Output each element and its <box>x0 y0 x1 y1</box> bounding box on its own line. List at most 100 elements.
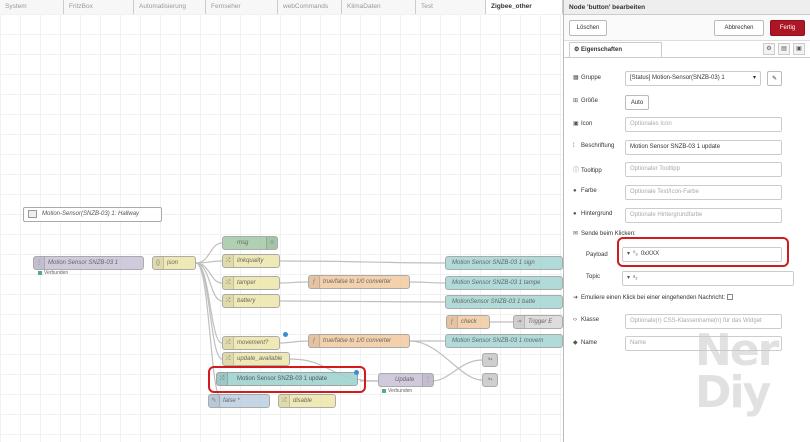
tab-fernseher[interactable]: Fernseher <box>206 0 278 14</box>
json-icon: {} <box>153 257 164 269</box>
group-label: ▦ Gruppe <box>573 75 602 81</box>
emulate-checkbox[interactable] <box>726 294 733 301</box>
switch-icon: ⤮ <box>223 337 234 349</box>
edit-group-button[interactable]: ✎ <box>767 71 782 86</box>
disable-node[interactable]: ⤮ disable <box>278 394 336 408</box>
size-button[interactable]: Auto <box>625 95 649 110</box>
node-label: check <box>461 319 477 325</box>
appearance-icon[interactable]: ▣ <box>793 43 805 55</box>
icon-label: ▣ Icon <box>573 121 593 127</box>
node-label: Motion Sensor SNZB-03 1 <box>48 260 119 266</box>
tab-test[interactable]: Test <box>416 0 486 14</box>
tooltip-input[interactable]: Optionaler Tooltipp <box>625 162 782 177</box>
done-button[interactable]: Fertig <box>770 20 805 36</box>
cancel-button[interactable]: Abbrechen <box>714 20 764 36</box>
tab-properties[interactable]: ⚙ Eigenschaften <box>569 42 662 57</box>
tab-klimadaten[interactable]: KlimaDaten <box>342 0 416 14</box>
node-label: MotionSensor SNZB-03 1 batte <box>452 299 536 305</box>
string-type-icon: ᵃ₂ <box>633 275 638 281</box>
node-label: json <box>167 260 179 266</box>
group-icon <box>28 210 37 218</box>
node-red-editor: System FritzBox Automatisierung Fernsehe… <box>0 0 810 442</box>
color-label: ● Farbe <box>573 188 597 194</box>
tab-fritzbox[interactable]: FritzBox <box>64 0 134 14</box>
switch-tamper-node[interactable]: ⤮ tamper <box>222 276 280 290</box>
description-icon[interactable]: ▤ <box>778 43 790 55</box>
panel-title: Node 'button' bearbeiten <box>564 0 810 15</box>
function-icon: ƒ <box>309 335 320 347</box>
highlight-ring <box>208 366 366 393</box>
group-select[interactable]: [Status] Motion-Sensor(SNZB-03) 1 ▾ <box>625 71 761 86</box>
flow-canvas[interactable]: Motion-Sensor(SNZB-03) 1: Hallway ⋮ Moti… <box>0 14 563 442</box>
node-label: linkquality <box>237 258 264 264</box>
node-label: movement? <box>237 340 269 346</box>
debug-icon: ≡ <box>266 237 277 249</box>
tab-automatisierung[interactable]: Automatisierung <box>134 0 206 14</box>
name-label: ◆ Name <box>573 340 598 346</box>
switch-update-available-node[interactable]: ⤮ update_available <box>222 352 290 366</box>
function-icon: ƒ <box>447 316 458 328</box>
tab-system[interactable]: System <box>0 0 64 14</box>
pencil-icon: ✎ <box>771 76 778 82</box>
chevron-down-icon: ▾ <box>627 275 631 281</box>
tag-icon: ◆ <box>573 340 578 346</box>
function-converter-node[interactable]: ƒ true/false to 1/0 converter <box>308 334 410 348</box>
node-label: tamper <box>237 280 256 286</box>
flow-tabs: System FritzBox Automatisierung Fernsehe… <box>0 0 563 14</box>
emulate-label: ➜ Emuliere einen Klick bei einer eingehen… <box>573 294 733 301</box>
group-label: Motion-Sensor(SNZB-03) 1: Hallway <box>42 211 140 217</box>
settings-icon[interactable]: ⚙ <box>763 43 775 55</box>
switch-icon: ⤮ <box>223 277 234 289</box>
tab-label: Eigenschaften <box>581 47 623 53</box>
node-label: Motion Sensor SNZB-03 1 movem <box>452 338 544 344</box>
ui-text-node[interactable]: MotionSensor SNZB-03 1 batte <box>445 295 563 309</box>
switch-linkquality-node[interactable]: ⤮ linkquality <box>222 254 280 268</box>
switch-icon: ⤮ <box>223 353 234 365</box>
node-label: true/false to 1/0 converter <box>323 279 392 285</box>
color-input[interactable]: Optionale Text/Icon-Farbe <box>625 185 782 200</box>
mqtt-icon: ⋮ <box>34 257 45 269</box>
caption-label: ⁞ Beschriftung <box>573 143 615 149</box>
node-status: Verbunden <box>382 388 412 394</box>
table-icon: ▦ <box>573 75 579 81</box>
arrow-right-icon: ➜ <box>573 295 579 301</box>
ui-text-node[interactable]: Motion Sensor SNZB-03 1 tampe <box>445 276 563 290</box>
json-node[interactable]: {} json <box>152 256 196 270</box>
trigger-icon: ⇥ <box>514 316 525 328</box>
tint-icon: ● <box>573 211 577 217</box>
node-label: Motion Sensor SNZB-03 1 sign <box>452 260 535 266</box>
chevron-down-icon: ▾ <box>752 75 756 81</box>
payload-label: Payload <box>586 252 608 258</box>
icon-input[interactable]: Optionales Icon <box>625 117 782 132</box>
envelope-icon: ✉ <box>573 231 579 237</box>
flow-group[interactable]: Motion-Sensor(SNZB-03) 1: Hallway <box>23 207 162 222</box>
switch-movement-node[interactable]: ⤮ movement? <box>222 336 280 350</box>
topic-label: Topic <box>586 274 601 280</box>
switch-battery-node[interactable]: ⤮ battery <box>222 294 280 308</box>
tooltip-label: ⓘ Tooltipp <box>573 165 602 174</box>
background-input[interactable]: Optionale Hintergrundfarbe <box>625 208 782 223</box>
topic-input[interactable]: ▾ ᵃ₂ <box>622 271 794 286</box>
debug-node[interactable]: msg ≡ <box>222 236 278 250</box>
ui-text-node[interactable]: Motion Sensor SNZB-03 1 sign <box>445 256 563 270</box>
tab-zigbee-other[interactable]: Zigbee_other <box>486 0 563 14</box>
panel-button-bar: Löschen Abbrechen Fertig <box>564 15 810 41</box>
highlight-ring <box>617 237 789 267</box>
function-check-node[interactable]: ƒ check <box>446 315 490 329</box>
node-port[interactable] <box>283 332 288 337</box>
mqtt-icon: ⋮ <box>422 374 433 386</box>
gear-icon: ⚙ <box>574 47 582 53</box>
mqtt-out-node[interactable]: Update ⋮ <box>378 373 434 387</box>
link-node[interactable]: ↬ <box>482 353 498 367</box>
mqtt-in-node[interactable]: ⋮ Motion Sensor SNZB-03 1 <box>33 256 144 270</box>
tab-webcommands[interactable]: webCommands <box>278 0 342 14</box>
change-false-node[interactable]: ✎ false * <box>208 394 270 408</box>
trigger-node[interactable]: ⇥ Trigger E <box>513 315 563 329</box>
node-label: Motion Sensor SNZB-03 1 tampe <box>452 280 541 286</box>
delete-button[interactable]: Löschen <box>569 20 607 36</box>
link-node[interactable]: ↬ <box>482 373 498 387</box>
ui-text-node[interactable]: Motion Sensor SNZB-03 1 movem <box>445 334 563 348</box>
caption-input[interactable]: Motion Sensor SNZB-03 1 update <box>625 140 782 155</box>
function-converter-node[interactable]: ƒ true/false to 1/0 converter <box>308 275 410 289</box>
node-label: disable <box>293 398 313 404</box>
